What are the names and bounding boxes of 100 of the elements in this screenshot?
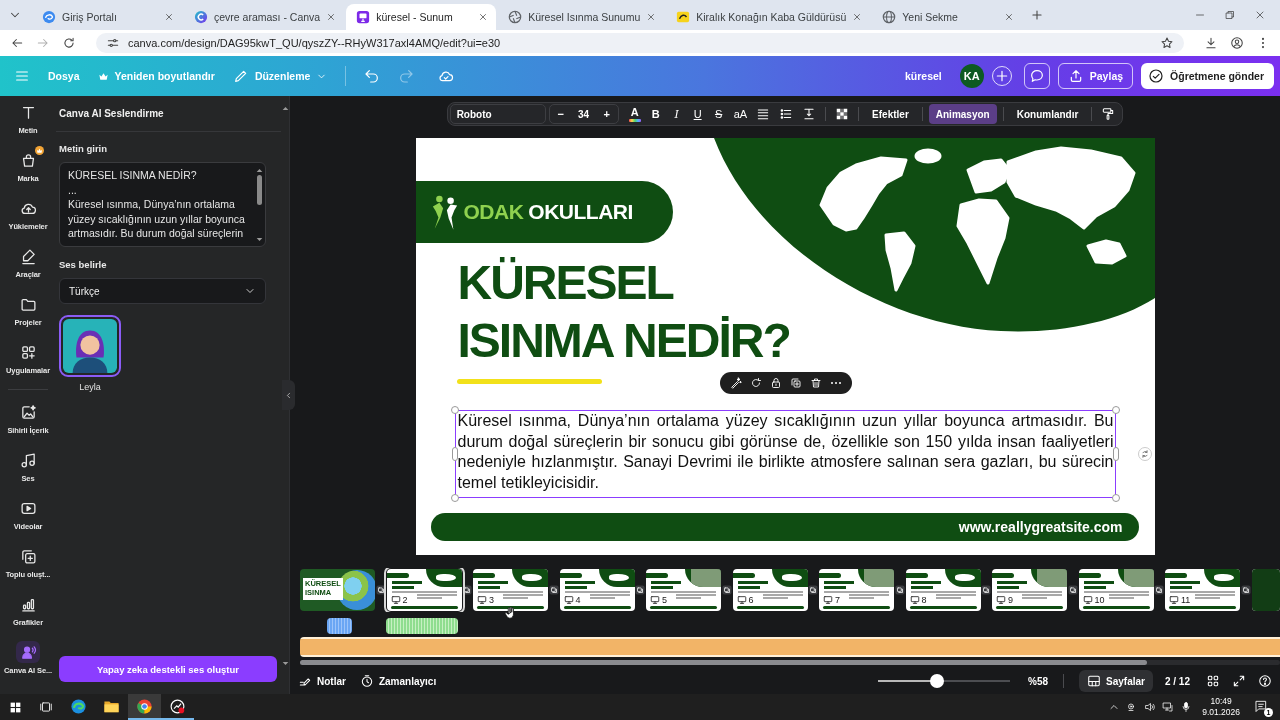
address-field[interactable]: canva.com/design/DAG95kwT_QU/qyszZY--RHyW317axl4AMQ/edit?ui=e30 [96,33,1184,53]
letter-case-button[interactable]: aA [730,104,751,124]
site-settings-icon[interactable] [106,36,120,50]
pages-button[interactable]: Sayfalar [1079,670,1153,692]
browser-tab[interactable]: çevre araması - Canva [184,4,345,30]
user-avatar[interactable]: KA [959,64,984,88]
undo-icon[interactable] [364,68,381,84]
slide-thumbnail[interactable]: 7 [819,569,894,611]
text-input-field[interactable]: KÜRESEL ISINMA NEDİR? ... Küresel ısınma, Dünya’nın ortalama yüzey sıcaklığının uzun yıllar boyunca artmasıdır. Bu durum doğal süreçlerin [59,162,266,247]
transition-icon[interactable] [375,585,386,595]
browser-tab[interactable]: Küresel Isınma Sunumu [498,4,665,30]
slide-thumbnail[interactable]: 4 [559,569,635,611]
scroll-down-icon[interactable] [281,661,289,666]
resize-handle[interactable] [451,446,458,461]
resize-handle[interactable] [1111,493,1120,502]
new-tab-icon[interactable] [1030,8,1045,22]
toolbar-button[interactable]: Animasyon [928,104,997,124]
transition-icon[interactable] [894,585,905,595]
submit-button[interactable]: Öğretmene gönder [1141,63,1274,89]
close-tab-icon[interactable] [478,12,489,22]
scroll-up-icon[interactable] [281,106,289,111]
close-tab-icon[interactable] [1004,12,1015,22]
toolbar-button[interactable]: Konumlandır [1009,104,1086,124]
reload-icon[interactable] [62,36,76,50]
close-tab-icon[interactable] [164,12,174,22]
transition-icon[interactable] [1154,585,1165,595]
browser-tab[interactable]: Giriş Portalı [32,4,182,30]
voice-card[interactable] [59,315,121,377]
fullscreen-icon[interactable] [1232,674,1246,688]
refresh-icon[interactable] [749,377,762,389]
text-color-button[interactable]: A [625,104,644,124]
bookmark-star-icon[interactable] [1160,36,1174,50]
slide-thumbnail[interactable] [1251,569,1280,611]
scroll-down-icon[interactable] [256,237,263,242]
close-tab-icon[interactable] [646,12,657,22]
magic-edit-icon[interactable] [729,377,742,389]
transition-icon[interactable] [1067,585,1078,595]
transition-icon[interactable] [462,585,473,595]
share-button[interactable]: Paylaş [1057,63,1134,89]
network-icon[interactable] [1162,701,1175,713]
slide-thumbnail[interactable]: 2 [386,569,462,611]
browser-tab[interactable]: Kiralık Konağın Kaba Güldürüsü [666,4,871,30]
trash-icon[interactable] [809,377,822,389]
transition-icon[interactable] [981,585,992,595]
increase-size-button[interactable]: + [597,104,616,124]
scrollbar[interactable] [300,660,1280,665]
download-icon[interactable] [1204,36,1218,50]
italic-button[interactable]: I [667,104,686,124]
clock-date[interactable]: 9.01.2026 [1202,707,1240,718]
back-icon[interactable] [10,36,24,50]
slider-thumb[interactable] [930,674,945,688]
resize-handle[interactable] [1112,446,1119,461]
transition-icon[interactable] [1240,585,1251,595]
slide-thumbnail[interactable]: 11 [1165,569,1240,611]
close-tab-icon[interactable] [326,12,337,22]
notification-icon[interactable] [1254,699,1268,713]
resize-handle[interactable] [450,406,459,414]
font-size-value[interactable]: 34 [578,108,590,120]
audio-track[interactable] [300,637,1280,657]
slide-thumbnail[interactable]: 5 [646,569,721,611]
strikethrough-button[interactable]: S [709,104,728,124]
lock-icon[interactable] [769,377,782,389]
profile-icon[interactable] [1230,36,1244,50]
underline-button[interactable]: U [688,104,707,124]
comment-button[interactable] [1023,63,1050,89]
taskbar-app[interactable] [128,694,161,720]
audio-clip[interactable] [386,618,458,634]
rotate-icon[interactable] [1137,446,1152,461]
decrease-size-button[interactable]: − [551,104,570,124]
restore-icon[interactable] [1224,9,1236,21]
language-dropdown[interactable]: Türkçe [59,278,266,304]
transition-icon[interactable] [548,585,559,595]
close-window-icon[interactable] [1254,9,1266,21]
help-icon[interactable] [1258,674,1272,688]
microphone-icon[interactable] [1180,701,1193,713]
clock-time[interactable]: 10:49 [1210,696,1232,707]
timer-button[interactable]: Zamanlayıcı [359,670,437,692]
transition-icon[interactable] [808,585,819,595]
resize-handle[interactable] [450,493,459,502]
transition-icon[interactable] [721,585,732,595]
browser-tab[interactable]: Yeni Sekme [872,4,1023,30]
slide-thumbnail[interactable]: 10 [1078,569,1154,611]
audio-clip[interactable] [327,618,352,634]
toolbar-button[interactable]: Efektler [865,104,916,124]
notes-button[interactable]: Notlar [298,670,346,692]
transition-icon[interactable] [635,585,646,595]
scroll-up-icon[interactable] [256,168,263,173]
bold-button[interactable]: B [646,104,665,124]
close-tab-icon[interactable] [852,12,863,22]
browser-tab[interactable]: küresel - Sunum [346,4,497,30]
slide-thumbnail[interactable]: 3 [473,569,548,611]
slide-thumbnail[interactable]: 6 [732,569,808,611]
resize-handle[interactable] [1111,406,1120,414]
grid-view-icon[interactable] [1206,674,1220,688]
document-title[interactable]: küresel [905,70,942,82]
font-dropdown[interactable]: Roboto [449,104,546,124]
slide-thumbnail[interactable]: 9 [992,569,1067,611]
generate-audio-button[interactable]: Yapay zeka destekli ses oluştur [59,656,277,682]
volume-icon[interactable] [1144,701,1157,713]
scrollbar[interactable] [256,168,263,242]
